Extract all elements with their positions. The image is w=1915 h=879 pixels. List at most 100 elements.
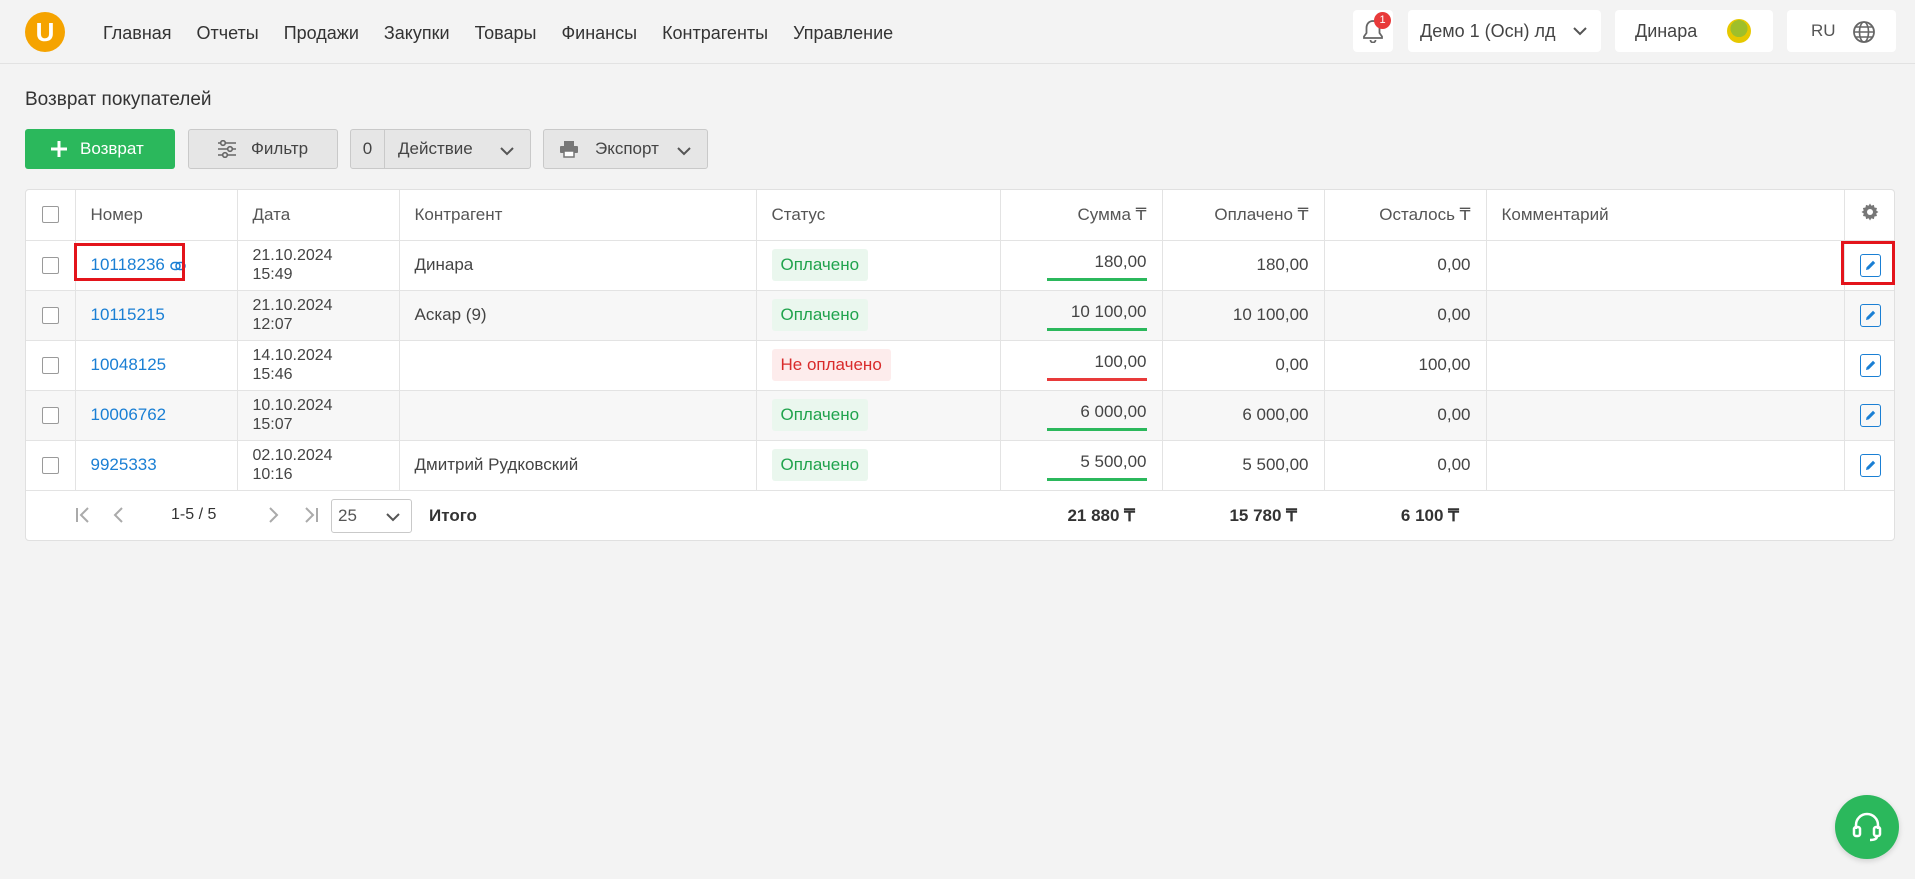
table-row[interactable]: 9925333 02.10.2024 10:16 Дмитрий Рудковский… (26, 440, 1894, 491)
nav-item-purchases[interactable]: Закупки (384, 23, 450, 44)
row-checkbox[interactable] (41, 456, 59, 474)
organization-selector[interactable]: Демо 1 (Осн) лд (1408, 10, 1601, 52)
selected-count: 0 (351, 130, 385, 168)
table-row[interactable]: 10048125 14.10.2024 15:46 Не оплачено 100,00… (26, 340, 1894, 391)
total-sum: 21 880 ₸ (1067, 506, 1135, 525)
main-nav: Главная Отчеты Продажи Закупки Товары Фи… (103, 23, 893, 44)
printer-icon (560, 141, 578, 158)
column-header-counterparty[interactable]: Контрагент (399, 190, 757, 241)
nav-item-counterparties[interactable]: Контрагенты (662, 23, 768, 44)
user-menu[interactable]: Динара (1615, 10, 1773, 52)
previous-page-icon[interactable] (112, 505, 126, 525)
row-checkbox[interactable] (41, 256, 59, 274)
paid-cell: 0,00 (1162, 340, 1325, 391)
row-select-cell (26, 390, 76, 441)
nav-item-finance[interactable]: Финансы (561, 23, 637, 44)
add-return-label: Возврат (80, 139, 144, 158)
select-all-checkbox[interactable] (41, 206, 59, 224)
column-header-status[interactable]: Статус (756, 190, 1001, 241)
table-row[interactable]: 10115215 21.10.2024 12:07 Аскар (9) Оплачено… (26, 290, 1894, 341)
column-header-comment[interactable]: Комментарий (1486, 190, 1845, 241)
edit-button[interactable] (1859, 303, 1881, 327)
organization-label: Демо 1 (Осн) лд (1420, 20, 1556, 41)
document-number-link[interactable]: 10006762 (91, 405, 167, 424)
export-dropdown[interactable]: Экспорт (543, 129, 708, 169)
payment-progress-bar (1046, 277, 1147, 281)
left-cell: 100,00 (1324, 340, 1487, 391)
chevron-down-icon (500, 147, 514, 156)
total-paid: 15 780 ₸ (1229, 506, 1297, 525)
comment-cell (1486, 440, 1845, 491)
counterparty-cell: Динара (399, 240, 757, 291)
time-value: 10:16 (252, 466, 293, 483)
row-select-cell (26, 240, 76, 291)
app-logo[interactable]: U (25, 12, 65, 52)
time-value: 15:07 (252, 416, 293, 433)
sum-value: 100,00 (1094, 352, 1147, 371)
document-number-link[interactable]: 10048125 (91, 355, 167, 374)
notifications-button[interactable]: 1 (1353, 10, 1393, 52)
first-page-icon[interactable] (74, 505, 92, 525)
edit-button[interactable] (1859, 253, 1881, 277)
number-cell: 10118236 (75, 240, 238, 291)
nav-item-products[interactable]: Товары (475, 23, 537, 44)
user-name: Динара (1635, 20, 1698, 41)
paid-cell: 10 100,00 (1162, 290, 1325, 341)
number-cell: 10048125 (75, 340, 238, 391)
column-header-paid[interactable]: Оплачено ₸ (1162, 190, 1325, 241)
edit-cell (1844, 390, 1894, 441)
sum-value: 10 100,00 (1070, 302, 1147, 321)
row-checkbox[interactable] (41, 356, 59, 374)
date-cell: 14.10.2024 15:46 (237, 340, 400, 391)
date-value: 02.10.2024 (252, 447, 333, 464)
next-page-icon[interactable] (266, 505, 280, 525)
date-cell: 21.10.2024 15:49 (237, 240, 400, 291)
comment-cell (1486, 240, 1845, 291)
status-cell: Не оплачено (756, 340, 1001, 391)
document-number-link[interactable]: 10118236 (91, 255, 165, 274)
time-value: 15:46 (252, 366, 293, 383)
nav-item-sales[interactable]: Продажи (284, 23, 359, 44)
document-number-link[interactable]: 10115215 (91, 305, 165, 324)
nav-item-reports[interactable]: Отчеты (197, 23, 259, 44)
last-page-icon[interactable] (302, 505, 320, 525)
total-left: 6 100 ₸ (1400, 506, 1459, 525)
column-header-number[interactable]: Номер (75, 190, 238, 241)
table-row[interactable]: 10118236 21.10.2024 15:49 Динара Оплачено 18… (26, 240, 1894, 291)
sum-cell: 100,00 (1000, 340, 1163, 391)
nav-item-home[interactable]: Главная (103, 23, 172, 44)
nav-item-management[interactable]: Управление (793, 23, 893, 44)
column-header-sum[interactable]: Сумма ₸ (1000, 190, 1163, 241)
add-return-button[interactable]: Возврат (25, 129, 175, 169)
row-checkbox[interactable] (41, 306, 59, 324)
status-badge: Оплачено (771, 249, 869, 281)
sum-cell: 180,00 (1000, 240, 1163, 291)
comment-cell (1486, 340, 1845, 391)
link-icon[interactable] (169, 261, 186, 271)
sum-cell: 10 100,00 (1000, 290, 1163, 341)
table-row[interactable]: 10006762 10.10.2024 15:07 Оплачено 6 000,00 6… (26, 390, 1894, 441)
edit-button[interactable] (1859, 453, 1881, 477)
avatar (1727, 19, 1751, 43)
gear-icon[interactable] (1860, 202, 1880, 222)
payment-progress-bar (1046, 377, 1147, 381)
headset-icon (1852, 812, 1882, 842)
language-selector[interactable]: RU (1787, 10, 1896, 52)
document-number-link[interactable]: 9925333 (91, 455, 157, 474)
status-badge: Оплачено (771, 399, 869, 431)
support-chat-button[interactable] (1835, 795, 1899, 859)
per-page-select[interactable]: 25 (331, 499, 412, 533)
edit-button[interactable] (1859, 403, 1881, 427)
paid-cell: 5 500,00 (1162, 440, 1325, 491)
counterparty-cell (399, 390, 757, 441)
date-cell: 21.10.2024 12:07 (237, 290, 400, 341)
sum-cell: 6 000,00 (1000, 390, 1163, 441)
globe-icon (1853, 21, 1875, 43)
column-header-left[interactable]: Осталось ₸ (1324, 190, 1487, 241)
row-checkbox[interactable] (41, 406, 59, 424)
edit-button[interactable] (1859, 353, 1881, 377)
action-dropdown[interactable]: 0 Действие (350, 129, 531, 169)
date-cell: 02.10.2024 10:16 (237, 440, 400, 491)
column-header-date[interactable]: Дата (237, 190, 400, 241)
filter-button[interactable]: Фильтр (188, 129, 338, 169)
